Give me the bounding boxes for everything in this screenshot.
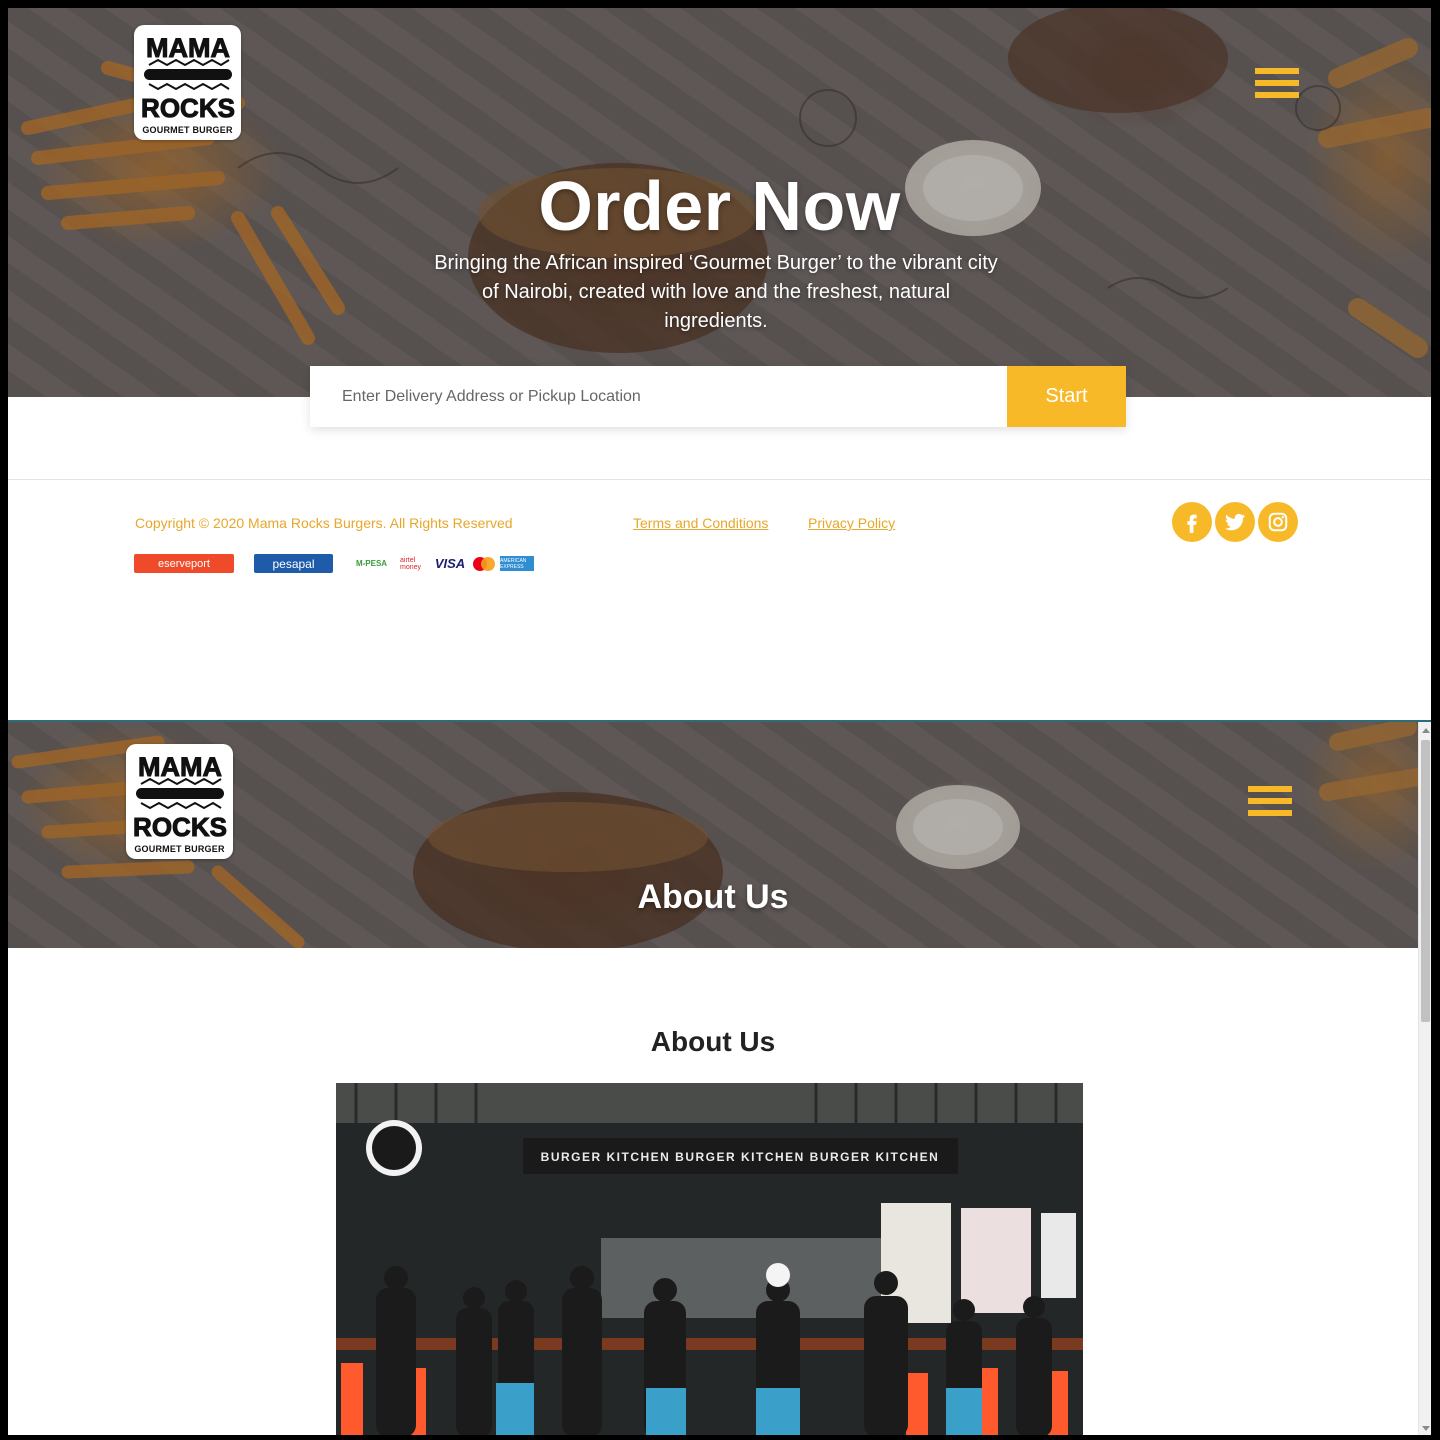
scroll-down-arrow-icon[interactable] [1422, 1426, 1430, 1431]
browser-frame: MAMA ROCKS GOURMET BURGER Order Now Brin… [8, 8, 1431, 1435]
facebook-icon[interactable] [1172, 502, 1212, 542]
reserveport-badge: eserveport [134, 554, 234, 573]
airtel-money-logo: airtel money [400, 556, 422, 571]
kitchen-sign-text: BURGER KITCHEN BURGER KITCHEN BURGER KIT… [541, 1150, 940, 1164]
scrollbar-thumb[interactable] [1421, 740, 1430, 1022]
logo-subtitle: GOURMET BURGER [134, 843, 225, 854]
about-heading: About Us [650, 1026, 776, 1057]
mama-rocks-logo-icon: MAMA ROCKS [141, 32, 235, 123]
mama-rocks-logo-icon: MAMA ROCKS [133, 751, 227, 842]
copyright-text: Copyright © 2020 Mama Rocks Burgers. All… [135, 515, 513, 531]
terms-link[interactable]: Terms and Conditions [633, 515, 768, 531]
bottom-window: MAMA ROCKS GOURMET BURGER About Us About… [8, 720, 1431, 1435]
start-button[interactable]: Start [1007, 366, 1126, 427]
footer-divider [8, 479, 1431, 480]
logo-subtitle: GOURMET BURGER [142, 124, 233, 135]
hero-description: Bringing the African inspired ‘Gourmet B… [434, 252, 998, 332]
brand-logo-secondary[interactable]: MAMA ROCKS GOURMET BURGER [126, 744, 233, 859]
team-photo-illustration: BURGER KITCHEN BURGER KITCHEN BURGER KIT… [336, 1083, 1083, 1435]
pesapal-badge: pesapal [254, 554, 333, 573]
logo-text-bottom: ROCKS [141, 93, 235, 123]
instagram-icon[interactable] [1258, 502, 1298, 542]
twitter-icon[interactable] [1215, 502, 1255, 542]
logo-text-bottom: ROCKS [133, 812, 227, 842]
vertical-scrollbar[interactable] [1418, 722, 1431, 1435]
brand-logo[interactable]: MAMA ROCKS GOURMET BURGER [134, 25, 241, 140]
hero-title: Order Now [538, 167, 901, 245]
location-search-bar: Start [310, 366, 1126, 427]
privacy-policy-link[interactable]: Privacy Policy [808, 515, 895, 531]
mastercard-icon [471, 554, 497, 573]
address-search-input[interactable] [310, 366, 1007, 427]
scroll-up-arrow-icon[interactable] [1422, 728, 1430, 733]
visa-logo: VISA [434, 556, 466, 571]
team-photo: BURGER KITCHEN BURGER KITCHEN BURGER KIT… [336, 1083, 1083, 1435]
mpesa-logo: M-PESA [355, 559, 388, 568]
menu-hamburger-icon[interactable] [1255, 68, 1299, 99]
logo-text-top: MAMA [146, 33, 230, 63]
logo-text-top: MAMA [138, 752, 222, 782]
top-window: MAMA ROCKS GOURMET BURGER Order Now Brin… [8, 8, 1431, 720]
amex-logo: AMERICAN EXPRESS [500, 556, 534, 571]
about-banner-title: About Us [637, 878, 789, 916]
menu-hamburger-icon[interactable] [1248, 786, 1292, 817]
